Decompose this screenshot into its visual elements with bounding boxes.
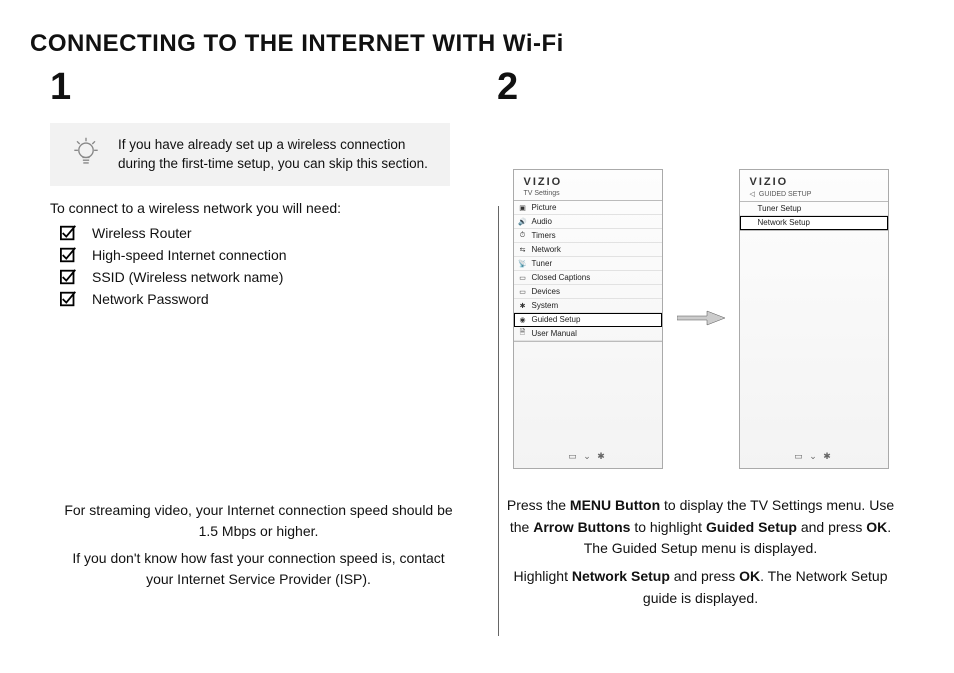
step-1-number: 1 <box>50 66 457 109</box>
menu-item-label: System <box>532 301 559 310</box>
tip-box: If you have already set up a wireless co… <box>50 123 450 186</box>
tv-menu-item: ▭ Closed Captions <box>514 271 662 285</box>
tv-menu-screenshot-2: VIZIO ◁ GUIDED SETUP Tuner Setup Network … <box>739 169 889 469</box>
tv-menu-item: ◉ Guided Setup <box>514 313 662 327</box>
checkbox-checked-icon <box>60 246 78 264</box>
step-2-number: 2 <box>497 66 904 109</box>
tv-crumb-1: TV Settings <box>514 190 662 200</box>
checklist: Wireless Router High-speed Internet conne… <box>50 224 457 308</box>
step-2-instructions: Press the MENU Button to display the TV … <box>497 483 904 609</box>
screenshots-row: VIZIO TV Settings ▣ Picture 🔊 Audio ⏱ Timers ⇆… <box>497 169 904 469</box>
tv-menu-item: ⏱ Timers <box>514 229 662 243</box>
menu-item-icon: 🔊 <box>518 218 528 226</box>
menu-item-label: Picture <box>532 203 557 212</box>
step-1-column: 1 If you have already set up a wireless … <box>30 66 477 656</box>
menu-item-icon: 📡 <box>518 260 528 268</box>
menu-item-icon: ▣ <box>518 204 528 212</box>
tip-text: If you have already set up a wireless co… <box>108 136 436 174</box>
tv-menu-item: Network Setup <box>740 216 888 230</box>
tv-menu-item: ✱ System <box>514 299 662 313</box>
checklist-label: High-speed Internet connection <box>92 247 287 263</box>
tv-menu-item: 📡 Tuner <box>514 257 662 271</box>
menu-item-label: Network <box>532 245 561 254</box>
menu-item-icon: ▭ <box>518 274 528 282</box>
tv-footer-icons: ▭ ⌄ ✱ <box>740 451 888 462</box>
checklist-item: Wireless Router <box>60 224 457 242</box>
lightbulb-icon <box>64 135 108 174</box>
menu-item-icon: ▭ <box>518 288 528 296</box>
tv-menu-item: Tuner Setup <box>740 202 888 216</box>
tv-brand: VIZIO <box>514 170 662 190</box>
tv-menu-screenshot-1: VIZIO TV Settings ▣ Picture 🔊 Audio ⏱ Timers ⇆… <box>513 169 663 469</box>
checklist-item: High-speed Internet connection <box>60 246 457 264</box>
checkbox-checked-icon <box>60 224 78 242</box>
checklist-item: Network Password <box>60 290 457 308</box>
menu-item-icon: ⏱ <box>518 232 528 240</box>
menu-item-icon: ✱ <box>518 302 528 310</box>
menu-item-label: Tuner Setup <box>758 204 802 213</box>
menu-item-label: Audio <box>532 217 552 226</box>
menu-item-label: Closed Captions <box>532 273 591 282</box>
menu-item-label: Devices <box>532 287 560 296</box>
menu-item-label: Tuner <box>532 259 553 268</box>
menu-item-label: User Manual <box>532 329 577 338</box>
page-title: CONNECTING TO THE INTERNET WITH Wi-Fi <box>30 30 924 58</box>
step-1-notes: For streaming video, your Internet conne… <box>60 494 457 596</box>
note-isp: If you don't know how fast your connecti… <box>60 548 457 590</box>
tv-menu-item: 🔊 Audio <box>514 215 662 229</box>
back-triangle-icon: ◁ <box>750 190 755 198</box>
checklist-label: SSID (Wireless network name) <box>92 269 283 285</box>
menu-item-icon: 🗎 <box>518 328 528 339</box>
note-speed: For streaming video, your Internet conne… <box>60 500 457 542</box>
tv-menu-item: ▣ Picture <box>514 201 662 215</box>
arrow-right-icon <box>677 308 725 331</box>
checkbox-checked-icon <box>60 268 78 286</box>
menu-item-label: Guided Setup <box>532 315 581 324</box>
tv-brand: VIZIO <box>740 170 888 190</box>
menu-item-label: Network Setup <box>758 218 810 227</box>
tv-crumb-2: ◁ GUIDED SETUP <box>740 190 888 201</box>
menu-item-label: Timers <box>532 231 556 240</box>
tv-menu-item: 🗎 User Manual <box>514 327 662 341</box>
column-divider <box>498 206 499 636</box>
tv-menu-item: ⇆ Network <box>514 243 662 257</box>
checklist-label: Wireless Router <box>92 225 192 241</box>
tv-footer-icons: ▭ ⌄ ✱ <box>514 451 662 462</box>
step-2-column: 2 VIZIO TV Settings ▣ Picture 🔊 Audio ⏱ Timer… <box>477 66 924 656</box>
checklist-label: Network Password <box>92 291 209 307</box>
menu-item-icon: ◉ <box>518 316 528 324</box>
menu-item-icon: ⇆ <box>518 246 528 254</box>
tv-menu-item: ▭ Devices <box>514 285 662 299</box>
needs-intro: To connect to a wireless network you wil… <box>50 200 457 216</box>
checkbox-checked-icon <box>60 290 78 308</box>
checklist-item: SSID (Wireless network name) <box>60 268 457 286</box>
